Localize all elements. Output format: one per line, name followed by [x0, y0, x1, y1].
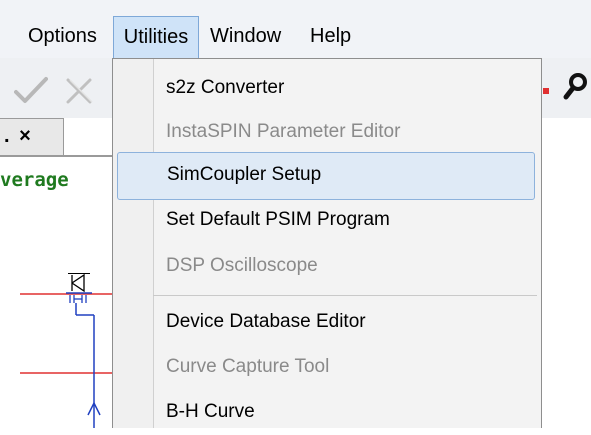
utilities-dropdown: s2z Converter InstaSPIN Parameter Editor… — [112, 58, 542, 428]
menu-item-s2z-converter[interactable]: s2z Converter — [153, 65, 541, 111]
menu-item-instaspin-parameter-editor: InstaSPIN Parameter Editor — [166, 121, 401, 142]
mosfet-icon[interactable] — [60, 271, 100, 315]
menu-utilities[interactable]: Utilities — [113, 16, 199, 58]
menu-item-simcoupler-setup[interactable]: SimCoupler Setup — [117, 152, 535, 200]
menu-separator — [153, 295, 537, 296]
menu-window[interactable]: Window — [206, 16, 285, 58]
menu-item-dsp-oscilloscope: DSP Oscilloscope — [166, 255, 318, 276]
document-tab[interactable]: . × — [0, 118, 64, 156]
menu-icon-gutter — [113, 59, 154, 428]
cross-icon[interactable] — [62, 76, 96, 104]
tab-close-icon[interactable]: × — [19, 125, 31, 147]
tool-accent-icon — [543, 88, 549, 94]
schematic-canvas[interactable]: verage — [0, 157, 112, 428]
checkmark-icon[interactable] — [14, 76, 48, 104]
menu-item-b-h-curve[interactable]: B-H Curve — [153, 389, 541, 435]
menu-item-curve-capture-tool: Curve Capture Tool — [166, 356, 330, 377]
menu-item-set-default-psim-program[interactable]: Set Default PSIM Program — [153, 197, 541, 243]
menu-help[interactable]: Help — [306, 16, 355, 58]
tab-label: . — [4, 125, 10, 147]
magnifier-icon[interactable] — [563, 72, 589, 106]
menu-item-device-database-editor[interactable]: Device Database Editor — [153, 299, 541, 345]
menu-bar: Options Utilities Window Help — [0, 0, 591, 58]
menu-options[interactable]: Options — [24, 16, 101, 58]
